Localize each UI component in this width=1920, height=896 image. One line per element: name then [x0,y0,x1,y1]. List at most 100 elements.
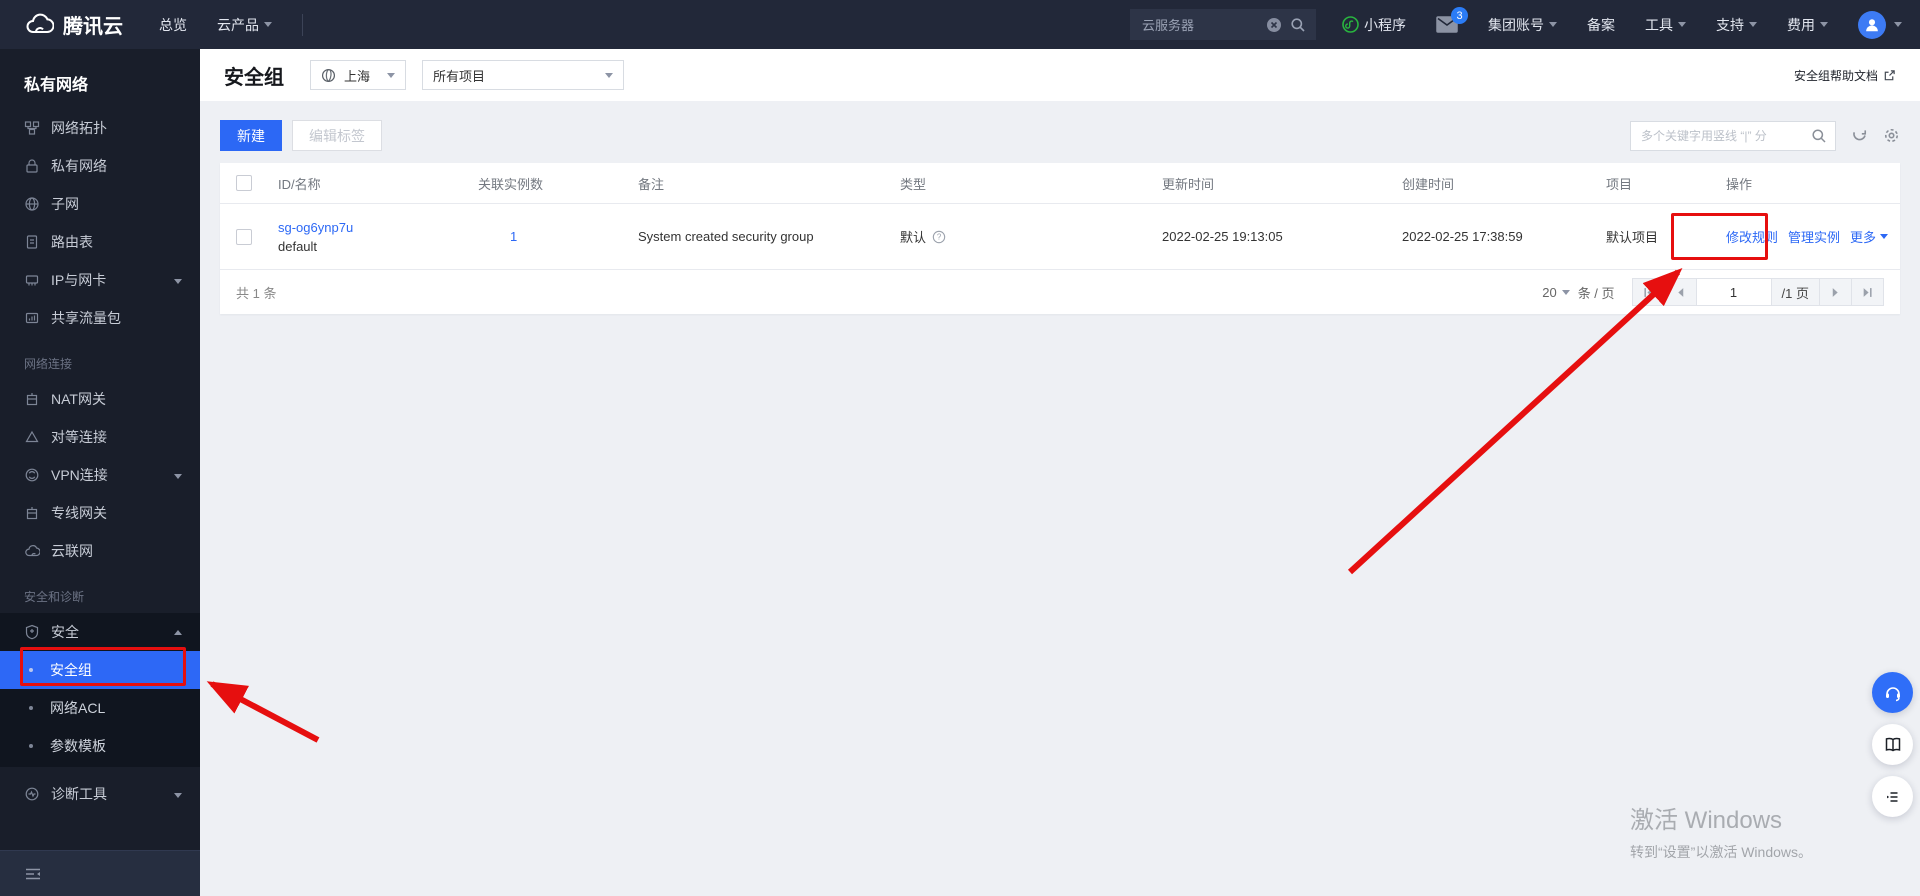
sidebar-item-shared-bandwidth[interactable]: 共享流量包 [0,299,200,337]
region-selector[interactable]: 上海 [310,60,406,90]
nav-products[interactable]: 云产品 [217,15,272,35]
caret-down-icon [1678,22,1686,31]
next-page-button[interactable] [1819,278,1852,306]
col-instances: 关联实例数 [478,176,544,192]
chevron-up-icon [174,626,182,635]
sidebar-item-direct-connect[interactable]: 专线网关 [0,494,200,532]
collapse-icon [26,868,40,879]
feedback-button[interactable] [1872,776,1913,817]
help-question-icon[interactable]: ? [932,230,946,244]
first-page-button[interactable] [1631,278,1665,306]
sidebar-item-security-group[interactable]: 安全组 [0,651,200,689]
keyword-search[interactable] [1630,120,1836,151]
clear-icon[interactable] [1266,17,1282,33]
page-header: 安全组 上海 所有项目 安全组帮助文档 [200,49,1920,101]
sidebar-item-label: 网络拓扑 [51,120,107,136]
sidebar-collapse-button[interactable] [0,850,200,896]
top-nav: 腾讯云 总览 云产品 小程序 3 集团账号 备案 [0,0,1920,49]
nav-beian[interactable]: 备案 [1587,15,1615,35]
select-all-checkbox[interactable] [236,175,252,191]
sidebar-item-peering[interactable]: 对等连接 [0,418,200,456]
search-icon[interactable] [1811,128,1827,144]
gateway-icon [24,391,40,407]
headset-icon [1885,686,1900,701]
sidebar-item-security[interactable]: 安全 [0,613,200,651]
col-remark: 备注 [638,176,665,192]
keyword-search-input[interactable] [1641,128,1811,143]
nav-products-label: 云产品 [217,16,259,33]
sidebar-item-label: 子网 [51,196,79,212]
nav-billing[interactable]: 费用 [1787,15,1828,35]
help-doc-link[interactable]: 安全组帮助文档 [1794,67,1896,84]
project-selector[interactable]: 所有项目 [422,60,624,90]
refresh-button[interactable] [1851,127,1868,144]
sidebar-item-vpn[interactable]: VPN连接 [0,456,200,494]
topnav-search[interactable] [1130,9,1316,40]
brand-text: 腾讯云 [63,16,123,38]
sidebar-section-security: 安全和诊断 [24,590,85,604]
last-page-button[interactable] [1851,278,1884,306]
sidebar-item-ccn[interactable]: 云联网 [0,532,200,570]
nav-support[interactable]: 支持 [1716,15,1757,35]
create-button[interactable]: 新建 [220,120,282,151]
sidebar-item-network-acl[interactable]: 网络ACL [0,689,200,727]
sidebar-item-parameter-template[interactable]: 参数模板 [0,727,200,765]
nav-group-account-label: 集团账号 [1488,16,1544,33]
vpn-icon [24,467,40,483]
modify-rules-link[interactable]: 修改规则 [1726,227,1778,246]
col-type: 类型 [900,176,927,192]
sidebar-item-vpc[interactable]: 私有网络 [0,147,200,185]
sidebar-item-diagnostic-tools[interactable]: 诊断工具 [0,775,200,813]
chevron-down-icon [174,793,182,802]
sidebar-item-label: 对等连接 [51,429,107,445]
nav-tools[interactable]: 工具 [1645,15,1686,35]
instance-count-link[interactable]: 1 [510,229,517,244]
row-checkbox[interactable] [236,228,252,245]
lock-icon [24,158,40,174]
col-action: 操作 [1726,176,1753,192]
sidebar-item-label: 参数模板 [50,738,106,754]
cloud-network-icon [24,543,40,559]
topnav-search-input[interactable] [1130,17,1266,32]
edit-tags-button[interactable]: 编辑标签 [292,120,382,151]
current-page-input[interactable] [1695,278,1772,306]
sidebar-item-label: 私有网络 [51,158,107,174]
peering-icon [24,429,40,445]
caret-down-icon [387,72,395,82]
col-updated: 更新时间 [1162,176,1215,192]
diagnostic-icon [24,786,40,802]
sidebar-item-nat-gateway[interactable]: NAT网关 [0,380,200,418]
tencent-cloud-logo[interactable]: 腾讯云 [24,10,123,39]
security-group-id-link[interactable]: sg-og6ynp7u [278,220,353,235]
customer-service-button[interactable] [1872,672,1913,713]
caret-down-icon[interactable] [1894,22,1902,31]
page-size-selector[interactable]: 20 [1542,285,1570,300]
sidebar-item-label: 共享流量包 [51,310,121,326]
nav-group-account[interactable]: 集团账号 [1488,15,1557,35]
prev-page-button[interactable] [1663,278,1697,306]
cell-type: 默认 ? [886,227,1148,246]
help-doc-label: 安全组帮助文档 [1793,68,1878,83]
more-dropdown[interactable]: 更多 [1850,227,1889,246]
pagination: 共 1 条 20 条 / 页 / [220,270,1900,314]
sidebar-item-label: 专线网关 [51,505,107,521]
sidebar-item-label: VPN连接 [51,467,108,483]
search-icon[interactable] [1290,17,1306,33]
settings-gear-button[interactable] [1883,127,1900,144]
sidebar-item-subnet[interactable]: 子网 [0,185,200,223]
nav-miniprogram[interactable]: 小程序 [1342,15,1406,35]
sidebar-section-network: 网络连接 [24,357,73,371]
sidebar-security-group-block: 安全 安全组 网络ACL 参数模板 [0,613,200,767]
sidebar-item-route-table[interactable]: 路由表 [0,223,200,261]
external-link-icon [1883,69,1896,82]
messages-button[interactable]: 3 [1436,7,1468,33]
manage-instances-link[interactable]: 管理实例 [1788,227,1840,246]
avatar[interactable] [1858,10,1886,39]
caret-down-icon [1820,22,1828,31]
bar-chart-icon [24,310,40,326]
sidebar-item-network-topology[interactable]: 网络拓扑 [0,109,200,147]
security-group-name: default [278,238,318,254]
documentation-button[interactable] [1872,724,1913,765]
nav-overview[interactable]: 总览 [159,15,187,35]
sidebar-item-ip-nic[interactable]: IP与网卡 [0,261,200,299]
